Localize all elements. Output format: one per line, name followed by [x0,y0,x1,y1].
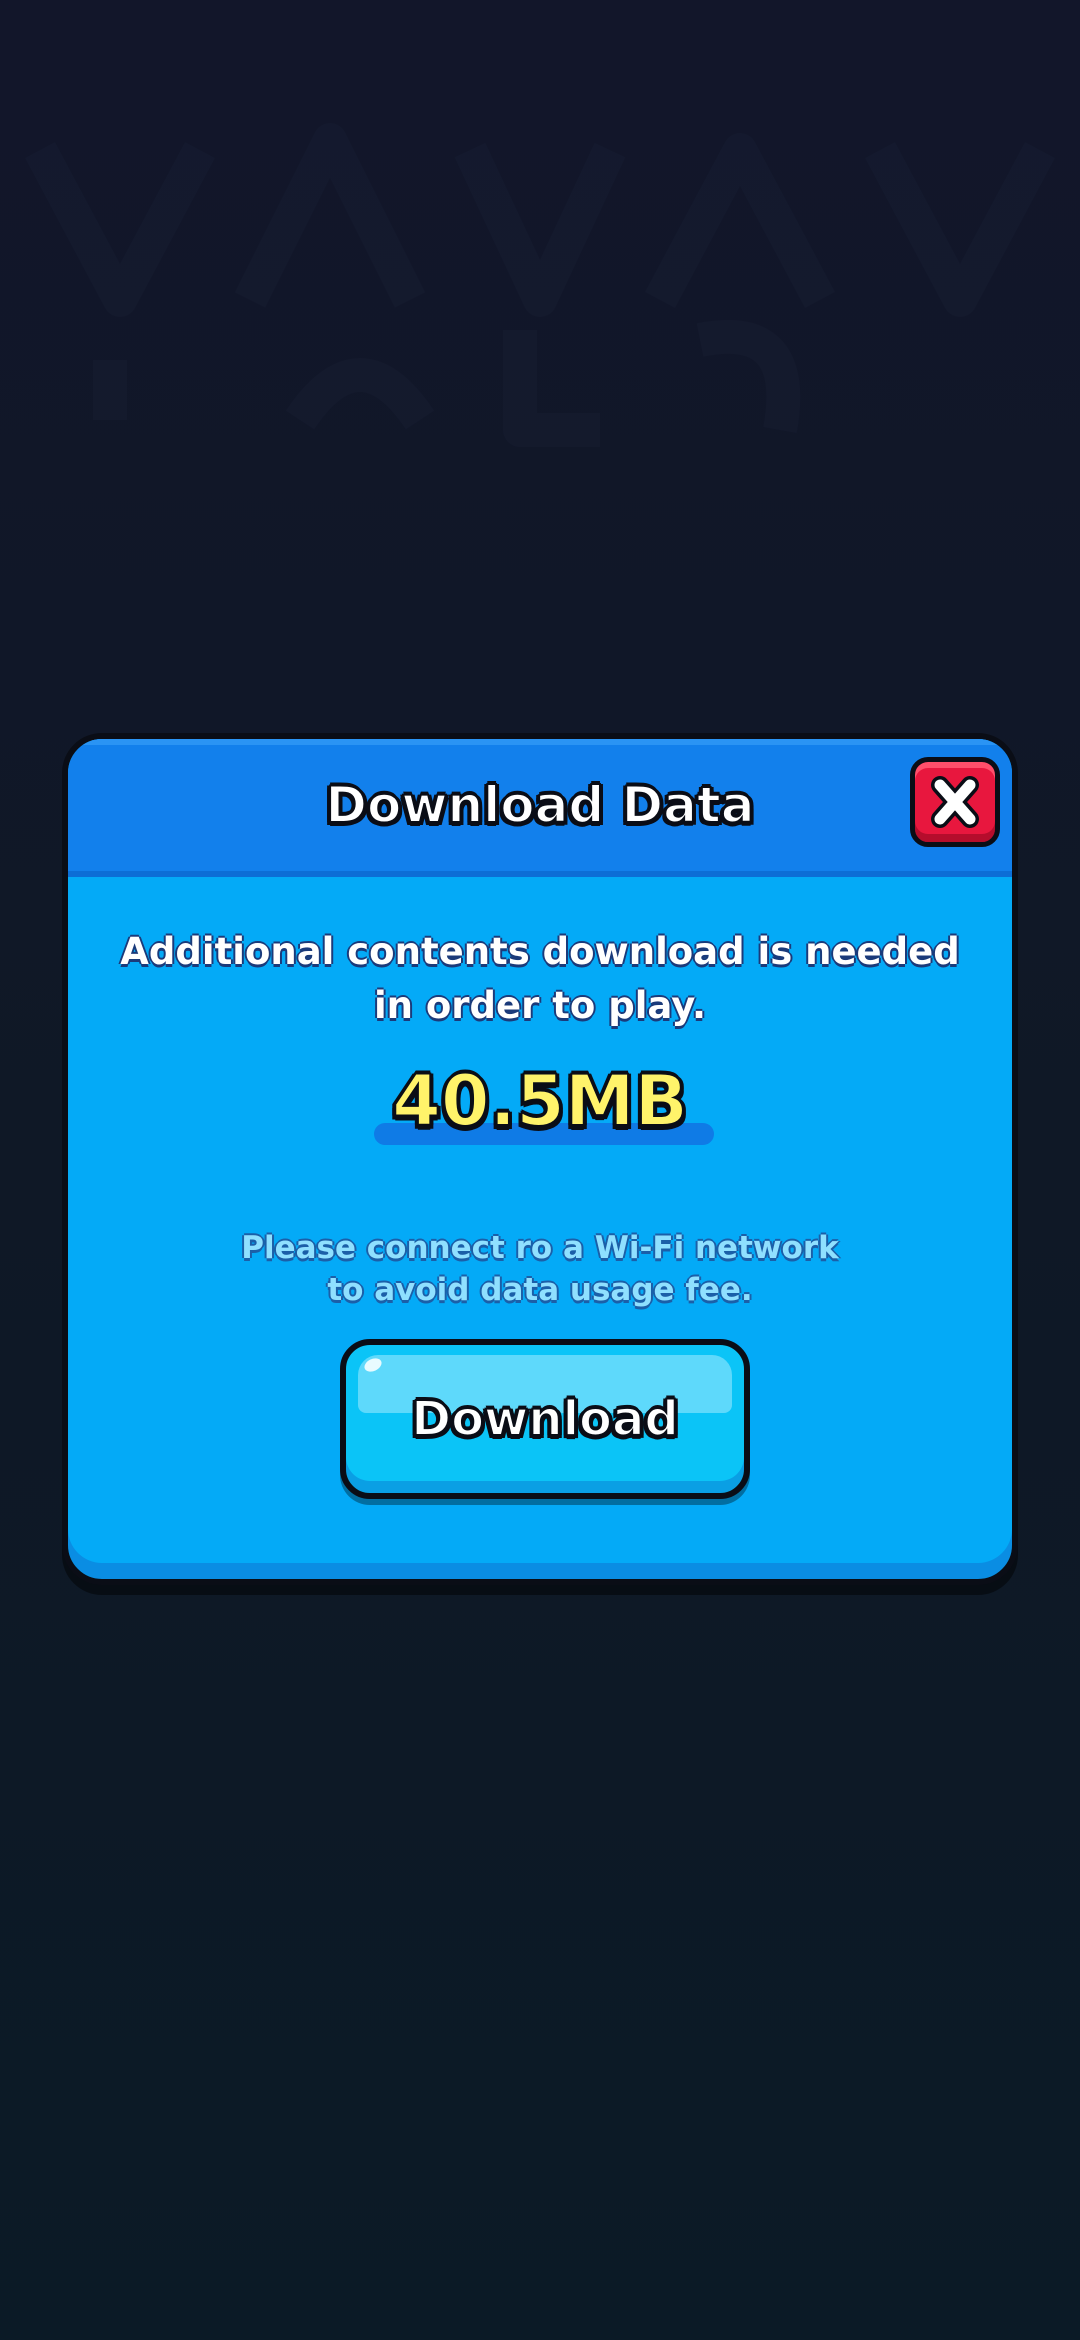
download-message: Additional contents download is needed i… [68,925,1012,1033]
dialog-title: Download Data [325,775,756,835]
message-line-1: Additional contents download is needed [120,930,960,973]
wifi-note-line-2: to avoid data usage fee. [327,1272,753,1308]
download-button[interactable]: Download [340,1339,750,1499]
close-button[interactable] [910,757,1000,847]
download-dialog: Download Data Additional contents downlo… [62,733,1018,1585]
download-size: 40.5MB [391,1060,689,1142]
download-button-label: Download [410,1390,680,1448]
wifi-note-line-1: Please connect ro a Wi-Fi network [241,1230,839,1266]
message-line-2: in order to play. [373,984,707,1027]
close-x-icon [931,776,979,828]
wifi-note: Please connect ro a Wi-Fi network to avo… [68,1227,1012,1311]
background-art [25,123,1055,447]
